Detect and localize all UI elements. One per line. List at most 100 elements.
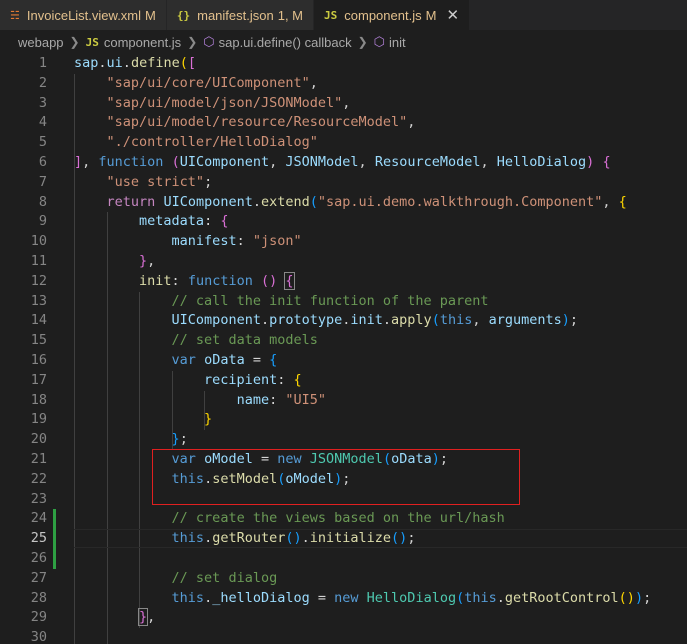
code-editor[interactable]: 1 sap.ui.define([2 "sap/ui/core/UICompone… <box>0 54 687 644</box>
cube-icon: ⬡ <box>203 34 215 49</box>
line-number: 22 <box>30 470 47 487</box>
line-number: 4 <box>38 114 47 131</box>
line-number: 7 <box>38 173 47 190</box>
tab-component-js[interactable]: JS component.js M ✕ <box>314 0 471 30</box>
code-text: metadata: { <box>139 213 229 230</box>
line-number: 17 <box>30 371 47 388</box>
code-line[interactable]: 8 return UIComponent.extend("sap.ui.demo… <box>0 193 687 213</box>
code-line[interactable]: 7 "use strict"; <box>0 173 687 193</box>
code-text: this.getRouter().initialize(); <box>171 530 416 547</box>
line-number: 18 <box>30 391 47 408</box>
line-number: 13 <box>30 292 47 309</box>
line-number: 21 <box>30 451 47 467</box>
line-number: 27 <box>30 569 47 586</box>
code-text: UIComponent.prototype.init.apply(this, a… <box>171 312 579 329</box>
tab-label: InvoiceList.view.xml <box>26 7 142 23</box>
editor-tab-bar: ☵ InvoiceList.view.xml M {} manifest.jso… <box>0 0 687 30</box>
js-icon: JS <box>85 35 99 49</box>
code-line[interactable]: 17 recipient: { <box>0 371 687 391</box>
tab-invoicelist-view-xml[interactable]: ☵ InvoiceList.view.xml M <box>0 0 167 30</box>
code-text: ], function (UIComponent, JSONModel, Res… <box>74 154 611 170</box>
line-number: 30 <box>30 629 47 644</box>
code-line[interactable]: 9 metadata: { <box>0 212 687 232</box>
code-line[interactable]: 3 "sap/ui/model/json/JSONModel", <box>0 94 687 114</box>
tab-manifest-json[interactable]: {} manifest.json 1, M <box>166 0 315 30</box>
breadcrumb: webapp ❯ JS component.js ❯ ⬡ sap.ui.defi… <box>0 30 687 54</box>
breadcrumb-file[interactable]: component.js <box>104 35 181 50</box>
code-line[interactable]: 28 this._helloDialog = new HelloDialog(t… <box>0 589 687 609</box>
code-line[interactable]: 24 // create the views based on the url/… <box>0 509 687 529</box>
highlight-annotation-box <box>152 449 520 505</box>
code-line[interactable]: 19 } <box>0 410 687 430</box>
tab-label: manifest.json <box>197 7 274 23</box>
line-number: 23 <box>30 490 47 507</box>
line-number: 12 <box>30 272 47 289</box>
code-text: "./controller/HelloDialog" <box>106 134 318 151</box>
cube-icon: ⬡ <box>373 34 385 49</box>
line-number: 8 <box>38 193 47 210</box>
git-status-badge: M <box>145 7 156 23</box>
close-icon[interactable]: ✕ <box>446 6 459 24</box>
chevron-right-icon: ❯ <box>187 35 198 49</box>
code-line[interactable]: 29 }, <box>0 608 687 628</box>
code-text: "sap/ui/model/resource/ResourceModel", <box>106 114 416 131</box>
code-text: name: "UI5" <box>236 391 326 408</box>
code-line[interactable]: 2 "sap/ui/core/UIComponent", <box>0 74 687 94</box>
line-number: 6 <box>38 154 47 170</box>
code-text: }; <box>171 431 188 448</box>
code-text: // create the views based on the url/has… <box>171 510 505 527</box>
code-line[interactable]: 14 UIComponent.prototype.init.apply(this… <box>0 311 687 331</box>
code-line[interactable]: 30 <box>0 628 687 644</box>
line-number: 19 <box>30 411 47 428</box>
code-text: "sap/ui/core/UIComponent", <box>106 74 318 91</box>
code-text: var oData = { <box>171 352 278 368</box>
code-line[interactable]: 4 "sap/ui/model/resource/ResourceModel", <box>0 113 687 133</box>
code-text: // set data models <box>171 332 318 349</box>
rss-icon: ☵ <box>10 8 20 22</box>
chevron-right-icon: ❯ <box>357 35 368 49</box>
code-line[interactable]: 11 }, <box>0 252 687 272</box>
line-number: 25 <box>30 530 47 547</box>
code-line[interactable]: 6 ], function (UIComponent, JSONModel, Re… <box>0 153 687 173</box>
code-text: return UIComponent.extend("sap.ui.demo.w… <box>106 193 627 210</box>
code-text: } <box>204 411 213 428</box>
code-line[interactable]: 27 // set dialog <box>0 569 687 589</box>
line-number: 10 <box>30 233 47 250</box>
line-number: 2 <box>38 74 47 91</box>
code-text: this._helloDialog = new HelloDialog(this… <box>171 589 652 606</box>
code-text: }, <box>138 608 156 627</box>
breadcrumb-folder[interactable]: webapp <box>18 35 64 50</box>
code-text: "use strict"; <box>106 173 213 190</box>
tab-label: component.js <box>344 7 422 23</box>
line-number: 16 <box>30 352 47 368</box>
code-line[interactable]: 13 // call the init function of the pare… <box>0 292 687 312</box>
code-text: recipient: { <box>204 371 302 388</box>
line-number: 26 <box>30 550 47 566</box>
breadcrumb-symbol-callback[interactable]: sap.ui.define() callback <box>219 35 352 50</box>
line-number: 9 <box>38 213 47 230</box>
breadcrumb-symbol-init[interactable]: init <box>389 35 406 50</box>
code-line[interactable]: 25 this.getRouter().initialize(); <box>0 529 687 549</box>
code-line[interactable]: 18 name: "UI5" <box>0 391 687 411</box>
code-text: // call the init function of the parent <box>171 292 489 309</box>
code-line[interactable]: 12 init: function () { <box>0 271 687 292</box>
code-line[interactable]: 10 manifest: "json" <box>0 232 687 252</box>
line-number: 20 <box>30 431 47 448</box>
line-number: 5 <box>38 134 47 151</box>
chevron-right-icon: ❯ <box>69 35 80 49</box>
code-line[interactable]: 20 }; <box>0 430 687 450</box>
line-number: 11 <box>30 253 47 269</box>
line-number: 14 <box>30 312 47 329</box>
js-icon: JS <box>324 8 338 22</box>
json-icon: {} <box>176 8 191 22</box>
line-number: 15 <box>30 332 47 349</box>
git-status-badge: M <box>425 7 437 23</box>
code-text: }, <box>139 253 156 269</box>
code-text: "sap/ui/model/json/JSONModel", <box>106 94 351 111</box>
code-line[interactable]: 5 "./controller/HelloDialog" <box>0 133 687 153</box>
code-line[interactable]: 1 sap.ui.define([ <box>0 54 687 74</box>
code-line[interactable]: 15 // set data models <box>0 331 687 351</box>
code-line[interactable]: 26 <box>0 549 687 569</box>
code-text: sap.ui.define([ <box>74 55 196 71</box>
code-line[interactable]: 16 var oData = { <box>0 351 687 371</box>
